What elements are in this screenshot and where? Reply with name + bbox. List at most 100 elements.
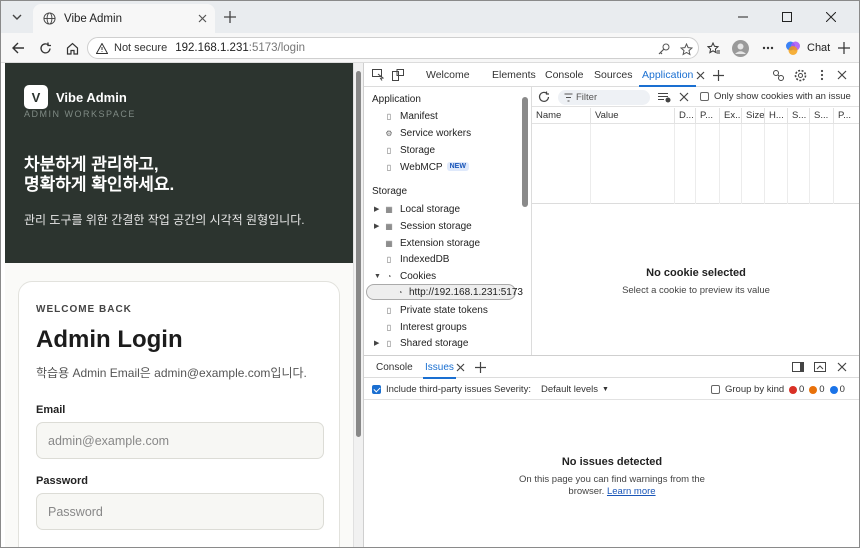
clear-all-icon[interactable] [676, 89, 692, 105]
column-header[interactable]: Name [532, 108, 591, 124]
not-secure-label[interactable]: Not secure [114, 42, 167, 54]
sidebar-item-shared-storage[interactable]: ▶ ▯ Shared storage [364, 335, 520, 351]
clear-filtered-icon[interactable] [656, 89, 672, 105]
checkbox-checked[interactable] [372, 385, 381, 394]
severity-dropdown[interactable]: Default levels ▼ [541, 384, 609, 395]
sidebar-item-manifest[interactable]: ▯ Manifest [364, 108, 520, 124]
home-button[interactable] [63, 39, 81, 57]
login-card: WELCOME BACK Admin Login 학습용 Admin Email… [18, 281, 340, 547]
sidebar-item-service-workers[interactable]: ⚙ Service workers [364, 125, 520, 141]
database-icon: ▯ [386, 145, 392, 155]
expand-arrow-icon[interactable]: ▶ [374, 222, 379, 230]
new-tab-button[interactable] [221, 8, 239, 26]
column-header[interactable]: H... [765, 108, 788, 124]
close-tab-icon[interactable] [195, 11, 209, 25]
close-drawer-icon[interactable] [834, 359, 850, 375]
remote-devices-icon[interactable] [770, 67, 786, 83]
expand-arrow-icon[interactable]: ▶ [374, 205, 379, 213]
collapse-arrow-icon[interactable]: ▼ [374, 273, 381, 280]
include-third-party-checkbox[interactable]: Include third-party issues [372, 384, 492, 395]
sidebar-item-local-storage[interactable]: ▶ ▦ Local storage [364, 201, 520, 217]
device-toolbar-icon[interactable] [390, 67, 406, 83]
minimize-button[interactable] [721, 1, 765, 33]
sidebar-item-interest-groups[interactable]: ▯ Interest groups [364, 319, 520, 335]
browser-tab[interactable]: Vibe Admin [33, 4, 215, 33]
sidebar-item-private-state-tokens[interactable]: ▯ Private state tokens [364, 302, 520, 318]
sidebar-item-indexeddb[interactable]: ▯ IndexedDB [364, 251, 520, 267]
back-button[interactable] [9, 39, 27, 57]
drawer-tab-console[interactable]: Console [376, 362, 413, 373]
settings-gear-icon[interactable] [792, 67, 808, 83]
gear-icon: ⚙ [385, 128, 393, 138]
dock-side-icon[interactable] [790, 359, 806, 375]
column-header[interactable]: S... [810, 108, 834, 124]
copilot-chat-button[interactable]: Chat [785, 38, 830, 58]
sidebar-item-cookie-origin[interactable]: ◔ http://192.168.1.231:5173 [366, 284, 523, 300]
reload-button[interactable] [36, 39, 54, 57]
chevron-down-icon [12, 14, 22, 20]
star-icon[interactable] [678, 41, 694, 57]
sidebar-item-webmcp[interactable]: ▯ WebMCP NEW [364, 159, 520, 175]
sidebar-toggle-button[interactable] [835, 39, 853, 57]
tab-list-button[interactable] [7, 7, 27, 27]
more-menu-button[interactable] [759, 39, 777, 57]
group-by-kind-checkbox[interactable]: Group by kind [711, 384, 784, 395]
issue-counters[interactable]: 0 0 0 [784, 384, 845, 395]
email-field[interactable]: admin@example.com [36, 422, 324, 459]
close-application-tab-icon[interactable] [692, 67, 708, 83]
warning-count: 0 [809, 384, 825, 395]
table-column [810, 124, 834, 204]
error-count: 0 [789, 384, 804, 395]
table-column [696, 124, 720, 204]
sidebar-item-cookies[interactable]: ▼ ◔ Cookies [364, 268, 520, 284]
tab-welcome[interactable]: Welcome [426, 69, 470, 81]
headline-line-2: 명확하게 확인하세요. [24, 175, 175, 194]
profile-button[interactable] [731, 39, 749, 57]
inspect-element-icon[interactable] [370, 67, 386, 83]
checkbox-box[interactable] [711, 385, 720, 394]
sidebar-item-extension-storage[interactable]: ▦ Extension storage [364, 235, 520, 251]
column-header[interactable]: D... [675, 108, 696, 124]
expand-arrow-icon[interactable]: ▶ [374, 339, 379, 347]
favorites-star-icon [707, 41, 720, 54]
omnibox[interactable]: Not secure 192.168.1.231:5173/login [87, 37, 699, 59]
headline-line-1: 차분하게 관리하고, [24, 155, 159, 174]
tab-elements[interactable]: Elements [492, 69, 536, 81]
key-icon[interactable] [656, 41, 672, 57]
column-header[interactable]: Value [591, 108, 675, 124]
devtools-menu-icon[interactable] [814, 67, 830, 83]
tab-strip: Vibe Admin [1, 1, 859, 33]
column-header[interactable]: S... [788, 108, 810, 124]
learn-more-link[interactable]: Learn more [607, 486, 656, 497]
tab-sources[interactable]: Sources [594, 69, 633, 81]
column-header[interactable]: Size [742, 108, 765, 124]
table-column [532, 124, 591, 204]
url-text[interactable]: 192.168.1.231:5173/login [175, 42, 305, 54]
drawer-tab-issues[interactable]: Issues [423, 362, 456, 379]
sidebar-item-storage[interactable]: ▯ Storage [364, 142, 520, 158]
refresh-icon[interactable] [536, 89, 552, 105]
file-icon: ▯ [386, 162, 392, 172]
tab-console[interactable]: Console [545, 69, 584, 81]
close-icon [826, 12, 836, 22]
add-drawer-tab-icon[interactable] [472, 359, 488, 375]
favorites-button[interactable] [705, 39, 723, 57]
only-show-issues-checkbox[interactable]: Only show cookies with an issue [700, 91, 851, 102]
drawer-dock-icon[interactable] [812, 359, 828, 375]
close-issues-tab-icon[interactable] [452, 359, 468, 375]
sidebar-item-session-storage[interactable]: ▶ ▦ Session storage [364, 218, 520, 234]
checkbox-box[interactable] [700, 92, 709, 101]
sidebar-scrollbar[interactable] [522, 97, 528, 207]
column-header[interactable]: Ex... [720, 108, 742, 124]
close-devtools-icon[interactable] [834, 67, 850, 83]
close-window-button[interactable] [809, 1, 853, 33]
column-header[interactable]: P... [696, 108, 720, 124]
cookie-filter-input[interactable]: Filter [558, 90, 650, 105]
password-field[interactable]: Password [36, 493, 324, 530]
page-scrollbar[interactable] [353, 63, 363, 547]
column-header[interactable]: P... [834, 108, 859, 124]
tab-application[interactable]: Application [638, 69, 697, 87]
add-tab-icon[interactable] [710, 67, 726, 83]
page-scrollbar-thumb[interactable] [356, 71, 361, 437]
maximize-button[interactable] [765, 1, 809, 33]
